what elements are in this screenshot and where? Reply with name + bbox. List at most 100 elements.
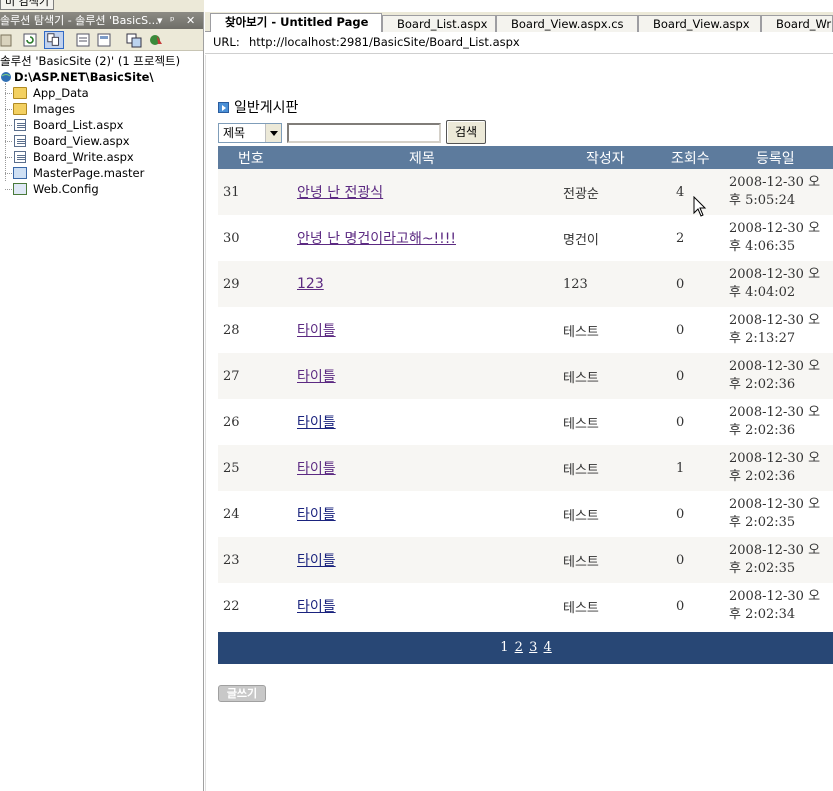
tree-item-label: MasterPage.master bbox=[33, 166, 145, 180]
cell-views: 1 bbox=[671, 445, 729, 491]
cell-author: 테스트 bbox=[563, 399, 671, 445]
tree-item-label: Board_View.aspx bbox=[33, 134, 130, 148]
date-line-1: 2008-12-30 오 bbox=[729, 221, 821, 236]
cell-no: 27 bbox=[218, 353, 285, 399]
cell-date: 2008-12-30 오후 2:02:36 bbox=[729, 445, 833, 491]
solution-explorer-panel: 솔루션 탐색기 - 솔루션 'BasicS... ▾ ᵖ ✕ 솔루션 'Basi… bbox=[0, 12, 204, 791]
date-line-2: 후 4:06:35 bbox=[729, 239, 796, 254]
view-code-icon[interactable] bbox=[75, 32, 91, 48]
cell-views: 0 bbox=[671, 353, 729, 399]
date-line-2: 후 2:02:35 bbox=[729, 561, 796, 576]
cell-views: 2 bbox=[671, 215, 729, 261]
column-header-author[interactable]: 작성자 bbox=[563, 146, 671, 169]
column-header-no[interactable]: 번호 bbox=[218, 146, 285, 169]
cell-date: 2008-12-30 오후 2:02:34 bbox=[729, 583, 833, 629]
search-button[interactable]: 검색 bbox=[446, 120, 486, 144]
search-field-select[interactable]: 제목 bbox=[218, 123, 282, 143]
folder-icon bbox=[13, 103, 27, 115]
pager-link[interactable]: 4 bbox=[543, 640, 551, 655]
cell-views: 0 bbox=[671, 491, 729, 537]
tree-solution-label: 솔루션 'BasicSite (2)' (1 프로젝트) bbox=[0, 54, 181, 68]
dropdown-icon[interactable]: ▾ bbox=[157, 12, 163, 29]
table-row: 28 타이틀 테스트 0 2008-12-30 오후 2:13:27 bbox=[218, 307, 833, 353]
config-file-icon bbox=[13, 183, 27, 195]
cell-date: 2008-12-30 오후 4:04:02 bbox=[729, 261, 833, 307]
post-title-link[interactable]: 타이틀 bbox=[297, 369, 336, 385]
cell-title: 안녕 난 전광식 bbox=[285, 169, 563, 215]
tab-board-write[interactable]: Board_Wri bbox=[761, 15, 833, 32]
view-designer-icon[interactable] bbox=[96, 32, 112, 48]
chevron-down-icon[interactable] bbox=[265, 124, 281, 142]
asp-config-icon[interactable] bbox=[148, 32, 164, 48]
cell-no: 31 bbox=[218, 169, 285, 215]
table-row: 24 타이틀 테스트 0 2008-12-30 오후 2:02:35 bbox=[218, 491, 833, 537]
post-title-link[interactable]: 타이틀 bbox=[297, 507, 336, 523]
tab-board-list-aspx[interactable]: Board_List.aspx bbox=[382, 15, 496, 32]
table-row: 22 타이틀 테스트 0 2008-12-30 오후 2:02:34 bbox=[218, 583, 833, 629]
pager-link[interactable]: 3 bbox=[529, 640, 537, 655]
cell-date: 2008-12-30 오후 2:13:27 bbox=[729, 307, 833, 353]
url-field[interactable]: http://localhost:2981/BasicSite/Board_Li… bbox=[249, 32, 520, 52]
tab-board-view-cs[interactable]: Board_View.aspx.cs bbox=[496, 15, 638, 32]
cell-title: 타이틀 bbox=[285, 537, 563, 583]
cell-no: 24 bbox=[218, 491, 285, 537]
date-line-2: 후 2:02:36 bbox=[729, 469, 796, 484]
close-icon[interactable]: ✕ bbox=[186, 12, 195, 29]
cell-no: 26 bbox=[218, 399, 285, 445]
date-line-2: 후 2:02:34 bbox=[729, 607, 796, 622]
tab-browser[interactable]: 찾아보기 - Untitled Page bbox=[210, 13, 382, 33]
refresh-icon[interactable] bbox=[22, 32, 38, 48]
table-row: 27 타이틀 테스트 0 2008-12-30 오후 2:02:36 bbox=[218, 353, 833, 399]
date-line-1: 2008-12-30 오 bbox=[729, 589, 821, 604]
tree-item-label: Images bbox=[33, 102, 76, 116]
post-title-link[interactable]: 안녕 난 전광식 bbox=[297, 185, 383, 201]
post-title-link[interactable]: 타이틀 bbox=[297, 415, 336, 431]
tree-project-label: D:\ASP.NET\BasicSite\ bbox=[14, 70, 154, 84]
cell-date: 2008-12-30 오후 2:02:35 bbox=[729, 537, 833, 583]
column-header-title[interactable]: 제목 bbox=[285, 146, 563, 169]
cell-no: 29 bbox=[218, 261, 285, 307]
url-bar: URL: http://localhost:2981/BasicSite/Boa… bbox=[205, 32, 833, 54]
date-line-2: 후 2:02:35 bbox=[729, 515, 796, 530]
column-header-views[interactable]: 조회수 bbox=[671, 146, 729, 169]
cell-title: 타이틀 bbox=[285, 307, 563, 353]
search-field-selected: 제목 bbox=[223, 126, 246, 140]
pin-icon[interactable]: ᵖ bbox=[170, 12, 175, 29]
date-line-2: 후 2:02:36 bbox=[729, 423, 796, 438]
write-button[interactable]: 글쓰기 bbox=[218, 685, 266, 702]
post-title-link[interactable]: 123 bbox=[297, 276, 324, 292]
table-row: 31 안녕 난 전광식 전광순 4 2008-12-30 오후 5:05:24 bbox=[218, 169, 833, 215]
properties-icon[interactable] bbox=[0, 32, 16, 48]
copy-website-icon[interactable] bbox=[126, 32, 142, 48]
cell-author: 테스트 bbox=[563, 353, 671, 399]
post-title-link[interactable]: 타이틀 bbox=[297, 599, 336, 615]
search-input[interactable] bbox=[287, 123, 441, 143]
post-title-link[interactable]: 타이틀 bbox=[297, 323, 336, 339]
tree-item-label: Board_Write.aspx bbox=[33, 150, 134, 164]
cell-title: 타이틀 bbox=[285, 583, 563, 629]
table-row: 26 타이틀 테스트 0 2008-12-30 오후 2:02:36 bbox=[218, 399, 833, 445]
table-row: 25 타이틀 테스트 1 2008-12-30 오후 2:02:36 bbox=[218, 445, 833, 491]
column-header-date[interactable]: 등록일 bbox=[729, 146, 833, 169]
post-title-link[interactable]: 타이틀 bbox=[297, 461, 336, 477]
cell-author: 테스트 bbox=[563, 307, 671, 353]
date-line-1: 2008-12-30 오 bbox=[729, 313, 821, 328]
board-title-text: 일반게시판 bbox=[234, 100, 299, 116]
post-title-link[interactable]: 안녕 난 명건이라고해~!!!! bbox=[297, 231, 456, 247]
table-row: 23 타이틀 테스트 0 2008-12-30 오후 2:02:35 bbox=[218, 537, 833, 583]
date-line-1: 2008-12-30 오 bbox=[729, 175, 821, 190]
cell-title: 타이틀 bbox=[285, 491, 563, 537]
cell-title: 타이틀 bbox=[285, 399, 563, 445]
tab-board-view-aspx[interactable]: Board_View.aspx bbox=[638, 15, 761, 32]
cell-author: 123 bbox=[563, 261, 671, 307]
search-tab-fragment[interactable]: 미 검색기 bbox=[0, 0, 54, 10]
browser-page: 일반게시판 제목 검색 번호 제목 작성자 조회수 등록일 31 안녕 난 전광… bbox=[205, 55, 833, 791]
cell-no: 28 bbox=[218, 307, 285, 353]
cell-title: 타이틀 bbox=[285, 353, 563, 399]
cell-author: 테스트 bbox=[563, 445, 671, 491]
pager-link[interactable]: 2 bbox=[515, 640, 523, 655]
post-title-link[interactable]: 타이틀 bbox=[297, 553, 336, 569]
show-all-files-icon[interactable] bbox=[44, 31, 64, 49]
cell-author: 테스트 bbox=[563, 491, 671, 537]
tree-solution-node[interactable]: 솔루션 'BasicSite (2)' (1 프로젝트) bbox=[0, 53, 180, 69]
